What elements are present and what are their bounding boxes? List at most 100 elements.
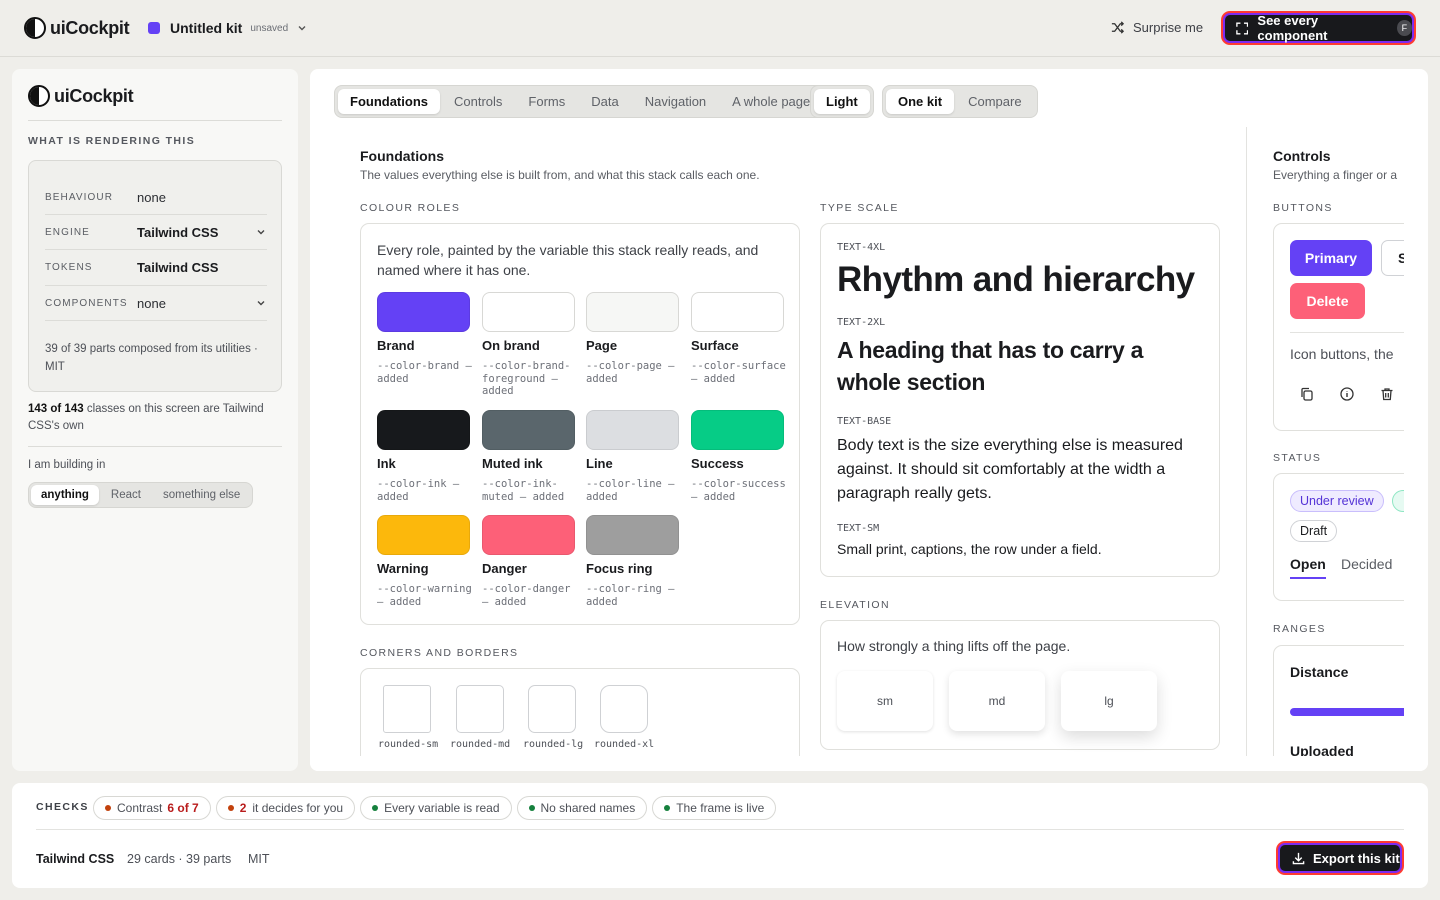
ranges-heading: RANGES: [1273, 623, 1326, 635]
view-one-kit[interactable]: One kit: [886, 89, 955, 114]
sidebar-logo: uiCockpit: [28, 85, 134, 107]
check-variables[interactable]: Every variable is read: [360, 796, 512, 820]
engine-select[interactable]: ENGINE Tailwind CSS: [45, 215, 267, 250]
tab-open[interactable]: Open: [1290, 556, 1326, 579]
icon-buttons-label: Icon buttons, the: [1290, 346, 1394, 362]
top-bar: uiCockpit Untitled kit unsaved Surprise …: [0, 0, 1440, 57]
copy-icon[interactable]: [1300, 387, 1314, 401]
tab-whole-page[interactable]: A whole page: [720, 89, 822, 114]
tab-decided[interactable]: Decided: [1341, 556, 1392, 572]
swatch-line: [586, 410, 679, 450]
primary-button[interactable]: Primary: [1290, 240, 1372, 276]
type-token: TEXT-2XL: [837, 317, 886, 328]
building-option-something-else[interactable]: something else: [153, 485, 250, 505]
corner-sample-xl: [600, 685, 648, 733]
panel-bottom-edge: [310, 756, 1428, 771]
check-frame[interactable]: The frame is live: [652, 796, 777, 820]
footer: CHECKS Contrast 6 of 7 2 it decides for yo…: [12, 783, 1428, 888]
swatch-variable: --color-line — added: [586, 478, 675, 503]
corner-label: rounded-md: [450, 739, 511, 750]
colour-heading: COLOUR ROLES: [360, 202, 461, 214]
swatch-surface: [691, 292, 784, 332]
swatch-name: Muted ink: [482, 456, 543, 471]
check-value: 2: [239, 801, 247, 815]
check-status-icon: [105, 805, 111, 811]
corner-sample-md: [456, 685, 504, 733]
kit-color-icon: [148, 22, 160, 34]
info-icon[interactable]: [1340, 387, 1354, 401]
tab-navigation[interactable]: Navigation: [633, 89, 718, 114]
building-option-react[interactable]: React: [101, 485, 151, 505]
rendering-rows: BEHAVIOUR none ENGINE Tailwind CSS TOKEN…: [45, 180, 267, 321]
tab-data[interactable]: Data: [579, 89, 630, 114]
check-status-icon: [664, 805, 671, 811]
tab-foundations[interactable]: Foundations: [338, 89, 440, 114]
components-select[interactable]: COMPONENTS none: [45, 286, 267, 321]
theme-light-button[interactable]: Light: [814, 89, 870, 114]
row-key: COMPONENTS: [45, 297, 128, 309]
kit-switcher[interactable]: Untitled kit unsaved: [148, 20, 308, 36]
type-scale-card: TEXT-4XL Rhythm and hierarchy TEXT-2XL A…: [820, 223, 1220, 577]
export-kit-button[interactable]: Export this kit: [1278, 843, 1402, 873]
cockpit-logo-icon: [28, 85, 50, 107]
swatch-success: [691, 410, 784, 450]
check-status-icon: [372, 805, 379, 811]
trash-icon[interactable]: [1380, 387, 1394, 401]
swatch-name: Ink: [377, 456, 396, 471]
swatch-on-brand: [482, 292, 575, 332]
distance-slider[interactable]: [1290, 708, 1404, 716]
check-label: The frame is live: [676, 801, 765, 815]
sidebar-brand: uiCockpit: [54, 85, 134, 106]
type-token: TEXT-BASE: [837, 416, 892, 427]
app-logo[interactable]: uiCockpit: [24, 17, 130, 39]
row-key: ENGINE: [45, 226, 90, 238]
status-card: Under review Draft Open Decided: [1273, 473, 1404, 601]
footer-counts: 29 cards · 39 parts: [127, 852, 232, 866]
swatch-name: Surface: [691, 338, 739, 353]
swatch-name: Warning: [377, 561, 429, 576]
corners-heading: CORNERS AND BORDERS: [360, 647, 519, 659]
row-key: TOKENS: [45, 262, 93, 273]
row-key: BEHAVIOUR: [45, 191, 114, 203]
type-sample-4xl: Rhythm and hierarchy: [837, 260, 1195, 299]
shortcut-key-badge: F: [1396, 20, 1412, 36]
row-behaviour: BEHAVIOUR none: [45, 180, 267, 215]
secondary-button[interactable]: S: [1381, 240, 1404, 276]
row-value: none: [137, 189, 166, 205]
building-option-anything[interactable]: anything: [31, 485, 99, 505]
surprise-me-button[interactable]: Surprise me: [1110, 20, 1203, 35]
tab-controls[interactable]: Controls: [442, 89, 514, 114]
check-status-icon: [528, 805, 535, 811]
divider: [1290, 332, 1404, 333]
type-heading: TYPE SCALE: [820, 202, 899, 214]
swatch-name: Line: [586, 456, 613, 471]
checks-label: CHECKS: [36, 801, 89, 813]
corner-label: rounded-xl: [594, 739, 655, 750]
swatch-variable: --color-warning — added: [377, 583, 472, 608]
footer-stack: Tailwind CSS: [36, 852, 115, 866]
swatch-brand: [377, 292, 470, 332]
elevation-card: How strongly a thing lifts off the page.…: [820, 620, 1220, 750]
surprise-me-label: Surprise me: [1133, 20, 1204, 35]
check-decides[interactable]: 2 it decides for you: [215, 796, 356, 820]
see-every-component-button[interactable]: See every component F: [1223, 13, 1414, 43]
elevation-lg: lg: [1061, 671, 1157, 731]
check-names[interactable]: No shared names: [516, 796, 648, 820]
checks-list: Contrast 6 of 7 2 it decides for you Every…: [93, 796, 777, 820]
controls-subtitle: Everything a finger or a: [1273, 168, 1398, 182]
chevron-down-icon: [257, 230, 265, 235]
delete-button[interactable]: Delete: [1290, 283, 1365, 319]
view-compare[interactable]: Compare: [956, 89, 1033, 114]
swatch-name: Danger: [482, 561, 527, 576]
corner-label: rounded-lg: [523, 739, 584, 750]
check-contrast[interactable]: Contrast 6 of 7: [93, 796, 211, 820]
swatch-variable: --color-brand-foreground — added: [482, 360, 571, 397]
export-label: Export this kit: [1313, 850, 1400, 866]
check-label: Every variable is read: [384, 801, 500, 815]
kit-status: unsaved: [250, 22, 289, 34]
tab-forms[interactable]: Forms: [516, 89, 577, 114]
swatch-variable: --color-success — added: [691, 478, 786, 503]
status-heading: STATUS: [1273, 452, 1322, 464]
controls-column: Controls Everything a finger or a BUTTON…: [1272, 69, 1404, 771]
composed-note: 39 of 39 parts composed from its utiliti…: [45, 343, 258, 373]
